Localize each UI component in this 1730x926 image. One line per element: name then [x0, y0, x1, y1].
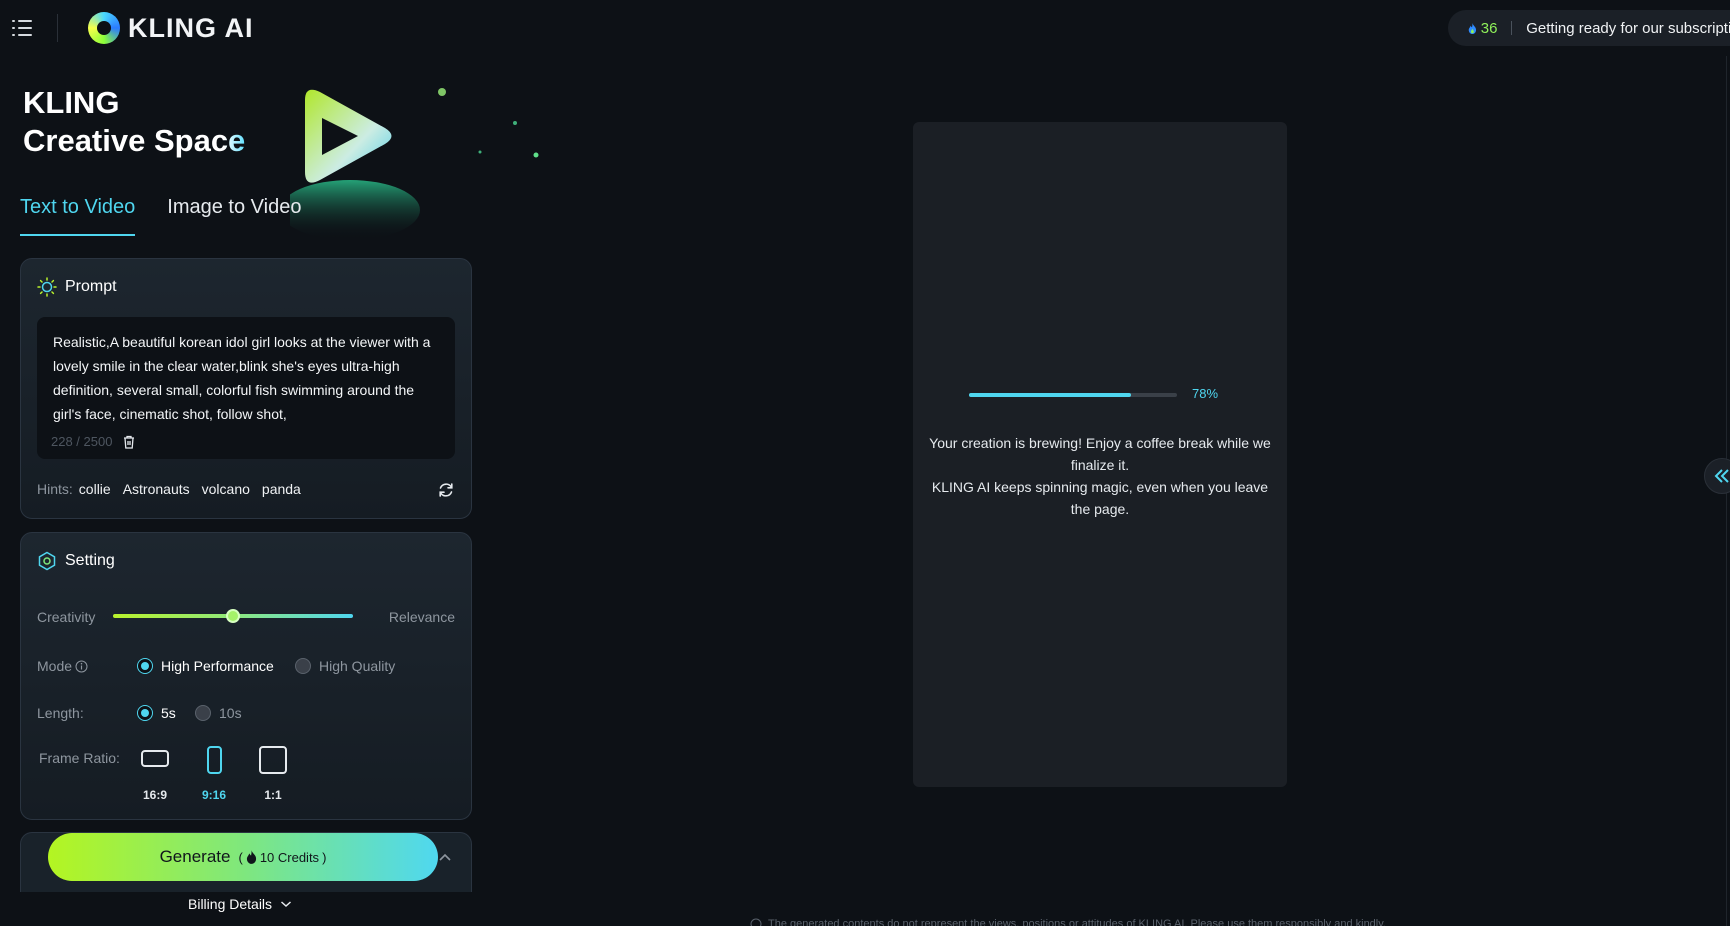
length-label: Length:	[37, 705, 84, 721]
generate-button[interactable]: Generate ( 10 Credits )	[48, 833, 438, 881]
prompt-input[interactable]: Realistic,A beautiful korean idol girl l…	[37, 317, 455, 459]
setting-title: Setting	[65, 552, 115, 569]
status-message: Your creation is brewing! Enjoy a coffee…	[929, 435, 1271, 517]
double-chevron-left-icon	[1714, 469, 1729, 483]
hint-chip[interactable]: panda	[262, 481, 301, 497]
setting-card: Setting Creativity Relevance Mode High P…	[20, 532, 472, 820]
length-5s[interactable]: 5s	[137, 705, 176, 721]
pill-divider	[1511, 21, 1513, 35]
radio-dot	[137, 658, 153, 674]
hint-chip[interactable]: Astronauts	[123, 481, 190, 497]
info-icon[interactable]	[75, 660, 88, 673]
length-10s[interactable]: 10s	[195, 705, 242, 721]
prompt-title: Prompt	[65, 278, 117, 295]
char-counter: 228 / 2500	[51, 434, 113, 449]
info-icon	[750, 918, 762, 926]
billing-details-button[interactable]: Billing Details	[188, 896, 292, 912]
frame-ratio-label: Frame Ratio:	[39, 750, 120, 766]
expand-panel-button[interactable]	[1704, 458, 1730, 494]
mode-tabs: Text to Video Image to Video	[20, 196, 301, 236]
sun-icon	[37, 277, 57, 297]
relevance-label: Relevance	[388, 609, 455, 625]
ratio-9-16[interactable]: 9:16	[194, 746, 234, 802]
progress-fill	[969, 393, 1132, 397]
play-logo-art	[290, 88, 539, 240]
brand-name: KLING AI	[128, 12, 254, 43]
mode-high-quality[interactable]: High Quality	[295, 658, 395, 674]
flame-icon	[1468, 22, 1477, 34]
ratio-shape	[259, 746, 287, 774]
divider	[57, 14, 58, 42]
video-preview-panel: 78% Your creation is brewing! Enjoy a co…	[913, 122, 1287, 787]
page-title: KLING Creative Space	[23, 84, 245, 160]
refresh-icon[interactable]	[437, 481, 455, 499]
creativity-label: Creativity	[37, 609, 96, 625]
mode-label: Mode	[37, 658, 88, 674]
logo-icon	[88, 12, 120, 44]
hint-chip[interactable]: collie	[79, 481, 111, 497]
trash-icon[interactable]	[122, 435, 136, 449]
title-line-1: KLING	[23, 85, 120, 120]
mode-high-performance[interactable]: High Performance	[137, 658, 274, 674]
credits-pill[interactable]: 36 Getting ready for our subscription	[1448, 10, 1730, 46]
setting-header: Setting	[37, 551, 115, 571]
brand-logo[interactable]: KLING AI	[88, 10, 254, 46]
ratio-shape	[206, 746, 222, 774]
announcement-text: Getting ready for our subscription	[1526, 19, 1730, 37]
top-bar: KLING AI 36 Getting ready for our subscr…	[0, 0, 1730, 56]
chevron-up-icon[interactable]	[438, 852, 452, 862]
hints-label: Hints:	[37, 481, 73, 497]
tab-text-to-video[interactable]: Text to Video	[20, 196, 136, 236]
slider-thumb[interactable]	[226, 609, 240, 623]
ratio-1-1[interactable]: 1:1	[253, 746, 293, 802]
progress-percent: 78%	[1192, 386, 1219, 401]
credits-count: 36	[1480, 19, 1498, 37]
progress-bar	[969, 393, 1177, 397]
radio-dot	[137, 705, 153, 721]
generate-cost: ( 10 Credits )	[238, 849, 327, 865]
chevron-down-icon	[281, 901, 292, 908]
menu-icon[interactable]	[12, 17, 34, 39]
prompt-footer: 228 / 2500	[51, 434, 136, 449]
prompt-header: Prompt	[37, 277, 117, 297]
title-line-2: Creative Space	[23, 123, 246, 158]
prompt-card: Prompt Realistic,A beautiful korean idol…	[20, 258, 472, 519]
radio-dot	[295, 658, 311, 674]
ratio-16-9[interactable]: 16:9	[135, 746, 175, 802]
disclaimer: The generated contents do not represent …	[750, 918, 1386, 926]
hexagon-settings-icon	[38, 551, 56, 571]
prompt-text[interactable]: Realistic,A beautiful korean idol girl l…	[53, 330, 439, 426]
creativity-relevance-slider[interactable]	[113, 609, 353, 623]
flame-icon	[246, 850, 256, 864]
hints-row: Hints: collie Astronauts volcano panda	[37, 481, 301, 497]
tab-image-to-video[interactable]: Image to Video	[167, 196, 301, 236]
ratio-shape	[141, 750, 169, 767]
radio-dot	[195, 705, 211, 721]
hint-chip[interactable]: volcano	[202, 481, 250, 497]
